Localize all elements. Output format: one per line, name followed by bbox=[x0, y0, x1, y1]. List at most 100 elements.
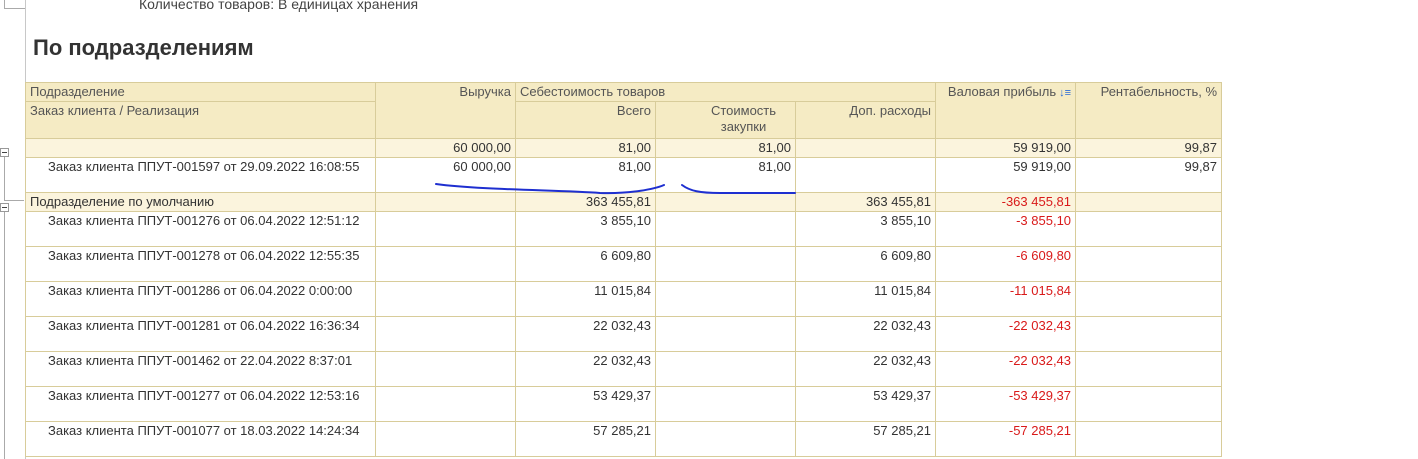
header-total: Всего bbox=[515, 101, 656, 139]
row-purchase-cell bbox=[655, 351, 796, 387]
row-group-gutter bbox=[0, 0, 26, 459]
row-revenue-cell bbox=[375, 316, 516, 352]
order-link[interactable]: Заказ клиента ППУТ-001278 от 06.04.2022 … bbox=[25, 246, 376, 282]
group-extra-cell bbox=[794, 138, 937, 158]
group-total-cell: 363 455,81 bbox=[515, 192, 656, 212]
header-extra: Доп. расходы bbox=[794, 101, 937, 139]
row-purchase-cell: 81,00 bbox=[655, 157, 796, 193]
row-profitability-cell: 99,87 bbox=[1075, 157, 1223, 193]
row-purchase-cell bbox=[655, 421, 796, 457]
group-profitability-cell bbox=[1075, 192, 1223, 212]
row-extra-cell: 53 429,37 bbox=[794, 386, 937, 422]
row-gross-cell: -57 285,21 bbox=[935, 421, 1077, 457]
row-extra-cell: 22 032,43 bbox=[794, 351, 937, 387]
group-purchase-cell: 81,00 bbox=[655, 138, 796, 158]
table-row[interactable]: Заказ клиента ППУТ-001281 от 06.04.2022 … bbox=[25, 316, 1223, 352]
gutter-bracket bbox=[4, 0, 25, 9]
row-profitability-cell bbox=[1075, 386, 1223, 422]
order-link[interactable]: Заказ клиента ППУТ-001597 от 29.09.2022 … bbox=[25, 157, 376, 193]
order-link[interactable]: Заказ клиента ППУТ-001281 от 06.04.2022 … bbox=[25, 316, 376, 352]
gutter-line bbox=[4, 200, 24, 201]
row-profitability-cell bbox=[1075, 211, 1223, 247]
order-link[interactable]: Заказ клиента ППУТ-001077 от 18.03.2022 … bbox=[25, 421, 376, 457]
order-link[interactable]: Заказ клиента ППУТ-001277 от 06.04.2022 … bbox=[25, 386, 376, 422]
row-total-cell: 53 429,37 bbox=[515, 386, 656, 422]
row-purchase-cell bbox=[655, 211, 796, 247]
row-revenue-cell bbox=[375, 211, 516, 247]
row-gross-cell: -53 429,37 bbox=[935, 386, 1077, 422]
table-row[interactable]: Заказ клиента ППУТ-001077 от 18.03.2022 … bbox=[25, 421, 1223, 457]
collapse-group-2-icon[interactable] bbox=[0, 203, 9, 212]
header-gross-label: Валовая прибыль bbox=[947, 84, 1057, 99]
table-row[interactable]: Заказ клиента ППУТ-001597 от 29.09.2022 … bbox=[25, 157, 1223, 193]
row-gross-cell: -11 015,84 bbox=[935, 281, 1077, 317]
order-link[interactable]: Заказ клиента ППУТ-001276 от 06.04.2022 … bbox=[25, 211, 376, 247]
group-total-cell: 81,00 bbox=[515, 138, 656, 158]
row-gross-cell: -3 855,10 bbox=[935, 211, 1077, 247]
row-total-cell: 22 032,43 bbox=[515, 351, 656, 387]
row-extra-cell: 11 015,84 bbox=[794, 281, 937, 317]
group-profitability-cell: 99,87 bbox=[1075, 138, 1223, 158]
row-purchase-cell bbox=[655, 316, 796, 352]
table-row[interactable]: Заказ клиента ППУТ-001278 от 06.04.2022 … bbox=[25, 246, 1223, 282]
row-total-cell: 3 855,10 bbox=[515, 211, 656, 247]
row-revenue-cell bbox=[375, 281, 516, 317]
gutter-line bbox=[4, 153, 5, 201]
row-total-cell: 11 015,84 bbox=[515, 281, 656, 317]
row-profitability-cell bbox=[1075, 421, 1223, 457]
row-extra-cell: 3 855,10 bbox=[794, 211, 937, 247]
row-profitability-cell bbox=[1075, 351, 1223, 387]
row-extra-cell bbox=[794, 157, 937, 193]
header-row: Подразделение Выручка Себестоимость това… bbox=[25, 82, 1223, 139]
gutter-line bbox=[4, 208, 5, 459]
row-total-cell: 57 285,21 bbox=[515, 421, 656, 457]
row-total-cell: 6 609,80 bbox=[515, 246, 656, 282]
group-row[interactable]: Подразделение по умолчанию 363 455,81 363 … bbox=[25, 192, 1223, 212]
row-purchase-cell bbox=[655, 386, 796, 422]
row-purchase-cell bbox=[655, 281, 796, 317]
row-revenue-cell bbox=[375, 246, 516, 282]
row-revenue-cell bbox=[375, 421, 516, 457]
group-purchase-cell bbox=[655, 192, 796, 212]
group-row[interactable]: 60 000,00 81,00 81,00 59 919,00 99,87 bbox=[25, 138, 1223, 158]
header-profitability: Рентабельность, % bbox=[1075, 82, 1223, 139]
report-setting-line: Количество товаров: В единицах хранения bbox=[139, 0, 419, 12]
row-revenue-cell bbox=[375, 386, 516, 422]
row-gross-cell: -22 032,43 bbox=[935, 351, 1077, 387]
section-title: По подразделениям bbox=[33, 35, 254, 60]
table-row[interactable]: Заказ клиента ППУТ-001276 от 06.04.2022 … bbox=[25, 211, 1223, 247]
row-total-cell: 22 032,43 bbox=[515, 316, 656, 352]
group-revenue-cell: 60 000,00 bbox=[375, 138, 516, 158]
row-revenue-cell bbox=[375, 351, 516, 387]
row-extra-cell: 6 609,80 bbox=[794, 246, 937, 282]
group-label: Подразделение по умолчанию bbox=[25, 192, 376, 212]
row-profitability-cell bbox=[1075, 246, 1223, 282]
header-revenue: Выручка bbox=[375, 82, 516, 139]
row-revenue-cell: 60 000,00 bbox=[375, 157, 516, 193]
group-gross-cell: 59 919,00 bbox=[935, 138, 1077, 158]
row-extra-cell: 22 032,43 bbox=[794, 316, 937, 352]
order-link[interactable]: Заказ клиента ППУТ-001286 от 06.04.2022 … bbox=[25, 281, 376, 317]
table-row[interactable]: Заказ клиента ППУТ-001462 от 22.04.2022 … bbox=[25, 351, 1223, 387]
row-profitability-cell bbox=[1075, 281, 1223, 317]
order-link[interactable]: Заказ клиента ППУТ-001462 от 22.04.2022 … bbox=[25, 351, 376, 387]
header-division: Подразделение bbox=[25, 82, 376, 102]
row-purchase-cell bbox=[655, 246, 796, 282]
table-row[interactable]: Заказ клиента ППУТ-001277 от 06.04.2022 … bbox=[25, 386, 1223, 422]
group-extra-cell: 363 455,81 bbox=[794, 192, 937, 212]
collapse-group-1-icon[interactable] bbox=[0, 148, 9, 157]
row-gross-cell: -22 032,43 bbox=[935, 316, 1077, 352]
row-gross-cell: -6 609,80 bbox=[935, 246, 1077, 282]
group-gross-cell: -363 455,81 bbox=[935, 192, 1077, 212]
row-profitability-cell bbox=[1075, 316, 1223, 352]
header-order: Заказ клиента / Реализация bbox=[25, 101, 376, 139]
header-purchase: Стоимость закупки bbox=[655, 101, 796, 139]
header-cost-group: Себестоимость товаров bbox=[514, 82, 937, 102]
header-gross-profit[interactable]: Валовая прибыль ↓≡ bbox=[935, 82, 1077, 139]
row-gross-cell: 59 919,00 bbox=[935, 157, 1077, 193]
table-row[interactable]: Заказ клиента ППУТ-001286 от 06.04.2022 … bbox=[25, 281, 1223, 317]
report-table: Подразделение Выручка Себестоимость това… bbox=[25, 82, 1223, 457]
group-revenue-cell bbox=[375, 192, 516, 212]
sort-descending-icon[interactable]: ↓≡ bbox=[1059, 87, 1071, 99]
group-label bbox=[25, 138, 376, 158]
